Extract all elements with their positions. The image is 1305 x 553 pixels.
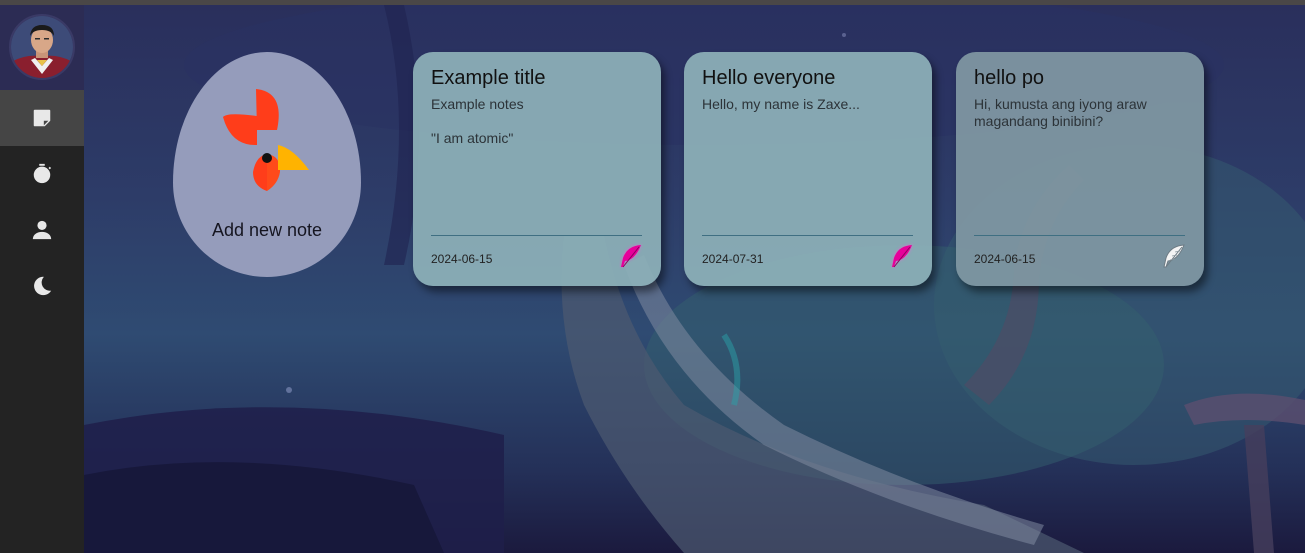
note-title: Example title: [431, 67, 546, 89]
note-card[interactable]: Example title Example notes "I am atomic…: [413, 52, 661, 286]
sidebar-item-theme[interactable]: [0, 258, 84, 314]
note-line: Hello, my name is Zaxe...: [702, 96, 860, 112]
sidebar: [0, 5, 84, 553]
note-line: Example notes: [431, 96, 524, 112]
avatar-image: [11, 16, 73, 78]
note-title: Hello everyone: [702, 67, 836, 89]
user-icon: [32, 220, 52, 240]
sidebar-item-timer[interactable]: [0, 146, 84, 202]
note-divider: [702, 235, 913, 236]
note-title: hello po: [974, 67, 1045, 89]
note-date: 2024-07-31: [702, 252, 764, 266]
sidebar-item-notes[interactable]: [0, 90, 84, 146]
note-card[interactable]: Hello everyone Hello, my name is Zaxe...…: [684, 52, 932, 286]
note-card[interactable]: hello po Hi, kumusta ang iyong araw maga…: [956, 52, 1204, 286]
feather-icon[interactable]: [1160, 242, 1188, 270]
note-body: Hi, kumusta ang iyong araw magandang bin…: [974, 96, 1184, 147]
sidebar-item-profile[interactable]: [0, 202, 84, 258]
feather-icon[interactable]: [617, 242, 645, 270]
note-date: 2024-06-15: [431, 252, 493, 266]
note-divider: [431, 235, 642, 236]
feather-icon[interactable]: [888, 242, 916, 270]
note-divider: [974, 235, 1185, 236]
pinwheel-logo-icon: [223, 89, 309, 191]
note-icon: [33, 109, 51, 127]
notes-board: Add new note Example title Example notes…: [84, 5, 1305, 553]
note-body: Hello, my name is Zaxe...: [702, 96, 912, 130]
avatar[interactable]: [9, 14, 75, 80]
note-line: Hi, kumusta ang iyong araw magandang bin…: [974, 96, 1147, 129]
add-note-label: Add new note: [211, 220, 323, 240]
stopwatch-icon: [33, 163, 52, 184]
note-line: "I am atomic": [431, 130, 514, 146]
moon-icon: [34, 276, 52, 296]
note-date: 2024-06-15: [974, 252, 1036, 266]
note-body: Example notes "I am atomic": [431, 96, 641, 164]
avatar-container: [0, 5, 84, 90]
